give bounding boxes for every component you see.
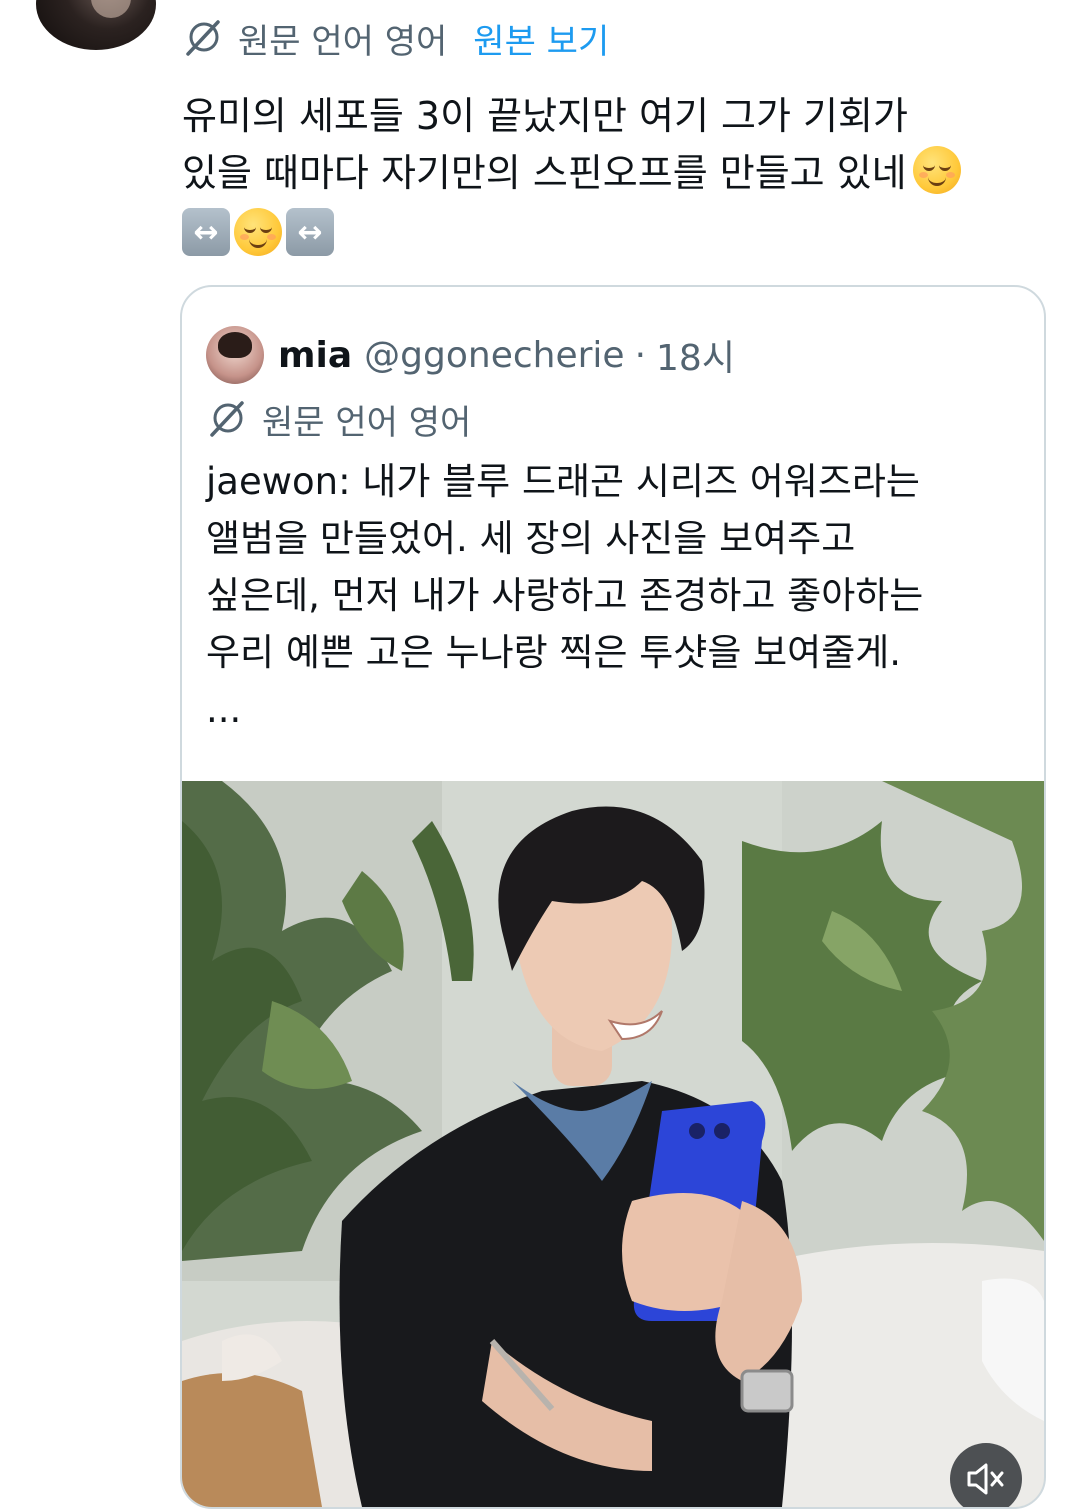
- quoted-tweet-card[interactable]: mia @ggonecherie · 18시 원문 언어 영어 jaewon: …: [180, 285, 1046, 1509]
- emoji-row: ↔ ↔: [182, 206, 334, 258]
- separator-dot: ·: [634, 334, 647, 376]
- quoted-tweet-text: jaewon: 내가 블루 드래곤 시리즈 어워즈라는 앨범을 만들었어. 세 …: [206, 453, 1026, 738]
- show-original-link[interactable]: 원본 보기: [473, 14, 609, 63]
- video-frame-image: [182, 781, 1044, 1507]
- globe-slash-icon: [210, 401, 244, 437]
- left-right-arrow-icon: ↔: [286, 208, 334, 256]
- quoted-tweet-header: mia @ggonecherie · 18시: [206, 325, 735, 385]
- quoted-author-name[interactable]: mia: [278, 335, 352, 376]
- left-right-arrow-icon: ↔: [182, 208, 230, 256]
- quoted-video[interactable]: [182, 781, 1044, 1507]
- relieved-face-icon: [912, 146, 961, 194]
- quoted-text-line: 우리 예쁜 고은 누나랑 찍은 투샷을 보여줄게.: [206, 631, 902, 674]
- relieved-face-icon: [234, 208, 282, 256]
- quoted-text-line: ...: [206, 688, 242, 731]
- reply-translation-row: 원문 언어 영어 원본 보기: [182, 14, 609, 62]
- volume-muted-icon: [967, 1463, 1004, 1495]
- reply-author-avatar[interactable]: [36, 0, 156, 50]
- quoted-translation-row: 원문 언어 영어: [206, 395, 471, 443]
- quoted-tweet-time[interactable]: 18시: [656, 329, 735, 381]
- reply-text: 유미의 세포들 3이 끝났지만 여기 그가 기회가 있을 때마다 자기만의 스핀…: [182, 88, 1052, 202]
- reply-translation-label: 원문 언어 영어: [238, 21, 448, 62]
- reply-text-line: 있을 때마다 자기만의 스핀오프를 만들고 있네: [182, 145, 1052, 202]
- quoted-text-line: 싶은데, 먼저 내가 사랑하고 존경하고 좋아하는: [206, 574, 924, 617]
- quoted-author-avatar[interactable]: [206, 326, 264, 384]
- globe-slash-icon: [186, 20, 220, 56]
- mute-toggle-button[interactable]: [950, 1443, 1022, 1507]
- reply-text-line: 유미의 세포들 3이 끝났지만 여기 그가 기회가: [182, 94, 908, 138]
- quoted-translation-label: 원문 언어 영어: [262, 402, 472, 443]
- quoted-author-handle[interactable]: @ggonecherie: [364, 335, 624, 376]
- quoted-text-line: jaewon: 내가 블루 드래곤 시리즈 어워즈라는: [206, 460, 920, 503]
- quoted-text-line: 앨범을 만들었어. 세 장의 사진을 보여주고: [206, 517, 856, 560]
